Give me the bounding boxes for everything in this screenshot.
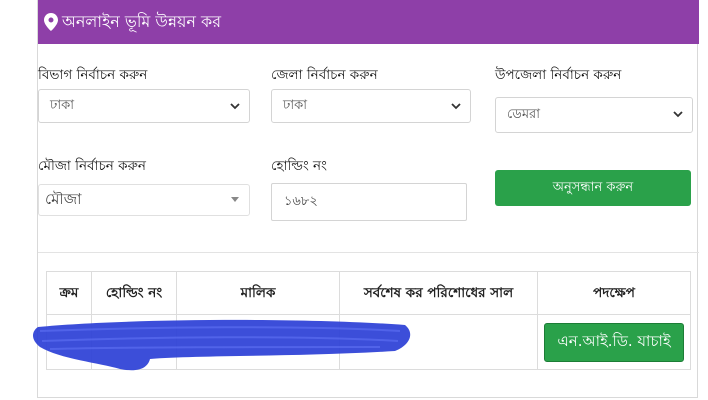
district-select[interactable]: ঢাকা bbox=[271, 89, 471, 123]
holding-input[interactable]: ১৬৮২ bbox=[271, 183, 467, 221]
holding-label: হোল্ডিং নং bbox=[271, 158, 327, 174]
location-pin-icon bbox=[44, 13, 58, 31]
page-title: অনলাইন ভূমি উন্নয়ন কর bbox=[62, 11, 222, 31]
cell-last-paid-year bbox=[339, 314, 538, 370]
mouza-value: মৌজা bbox=[45, 189, 82, 208]
mouza-label: মৌজা নির্বাচন করুন bbox=[38, 158, 146, 174]
upazila-label: উপজেলা নির্বাচন করুন bbox=[495, 67, 622, 83]
search-button[interactable]: অনুসন্ধান করুন bbox=[495, 170, 691, 206]
results-table: ক্রম হোল্ডিং নং মালিক সর্বশেষ কর পরিশোধে… bbox=[46, 271, 691, 370]
chevron-down-icon bbox=[230, 103, 240, 110]
table-row: এন.আই.ডি. যাচাই bbox=[46, 314, 691, 370]
cell-owner bbox=[176, 314, 340, 370]
district-label: জেলা নির্বাচন করুন bbox=[271, 67, 378, 83]
col-action: পদক্ষেপ bbox=[537, 271, 691, 315]
table-header-row: ক্রম হোল্ডিং নং মালিক সর্বশেষ কর পরিশোধে… bbox=[46, 271, 691, 315]
division-label: বিভাগ নির্বাচন করুন bbox=[38, 67, 148, 83]
upazila-select[interactable]: ডেমরা bbox=[495, 97, 693, 133]
district-value: ঢাকা bbox=[283, 97, 307, 113]
holding-value: ১৬৮২ bbox=[284, 193, 318, 209]
division-select[interactable]: ঢাকা bbox=[38, 89, 250, 123]
col-owner: মালিক bbox=[176, 271, 340, 315]
chevron-down-icon bbox=[673, 111, 683, 118]
mouza-select[interactable]: মৌজা bbox=[38, 184, 250, 216]
cell-holding bbox=[91, 314, 177, 370]
col-last-paid-year: সর্বশেষ কর পরিশোধের সাল bbox=[339, 271, 538, 315]
col-serial: ক্রম bbox=[46, 271, 92, 315]
upazila-value: ডেমরা bbox=[507, 106, 540, 122]
division-value: ঢাকা bbox=[50, 97, 74, 113]
nid-verify-button[interactable]: এন.আই.ডি. যাচাই bbox=[544, 322, 684, 362]
cell-serial bbox=[46, 314, 92, 370]
cell-action: এন.আই.ডি. যাচাই bbox=[537, 314, 691, 370]
col-holding: হোল্ডিং নং bbox=[91, 271, 177, 315]
panel-header: অনলাইন ভূমি উন্নয়ন কর bbox=[38, 0, 699, 44]
land-tax-panel: অনলাইন ভূমি উন্নয়ন কর বিভাগ নির্বাচন কর… bbox=[37, 0, 699, 398]
caret-down-icon bbox=[231, 197, 239, 202]
divider bbox=[38, 252, 699, 253]
chevron-down-icon bbox=[451, 103, 461, 110]
